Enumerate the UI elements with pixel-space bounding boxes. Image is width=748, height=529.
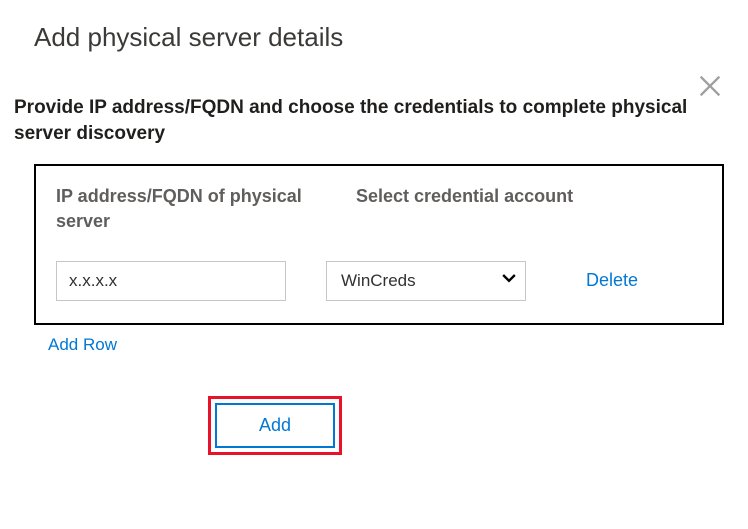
credential-select[interactable]: WinCreds — [326, 261, 526, 301]
add-button[interactable]: Add — [215, 403, 335, 448]
column-header-ip: IP address/FQDN of physical server — [56, 184, 316, 233]
credential-select-wrap: WinCreds — [326, 261, 526, 301]
page-title: Add physical server details — [0, 0, 748, 53]
add-button-highlight: Add — [208, 396, 342, 455]
delete-row-link[interactable]: Delete — [586, 270, 638, 291]
add-row-link[interactable]: Add Row — [48, 335, 117, 355]
ip-fqdn-input[interactable] — [56, 261, 286, 301]
table-header-row: IP address/FQDN of physical server Selec… — [56, 184, 702, 233]
server-table: IP address/FQDN of physical server Selec… — [34, 164, 724, 325]
description-text: Provide IP address/FQDN and choose the c… — [0, 53, 748, 146]
table-row: WinCreds Delete — [56, 261, 702, 301]
close-icon[interactable] — [696, 72, 724, 105]
column-header-credential: Select credential account — [356, 184, 576, 233]
